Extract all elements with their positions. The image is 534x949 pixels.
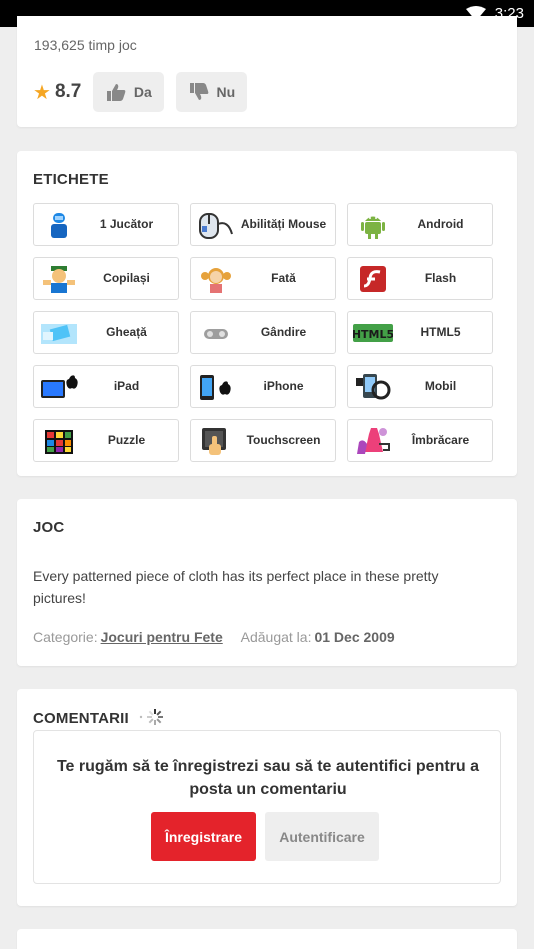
tag-label: Gândire bbox=[260, 325, 307, 339]
tag-kids[interactable]: Copilași bbox=[33, 257, 179, 300]
rating-row: ★ 8.7 Da Nu bbox=[33, 72, 259, 112]
tag-dress-up[interactable]: Îmbrăcare bbox=[347, 419, 493, 462]
tag-label: iPhone bbox=[263, 379, 304, 393]
tag-mouse-skill[interactable]: Abilități Mouse bbox=[190, 203, 336, 246]
tags-title: ETICHETE bbox=[33, 171, 109, 188]
thumbs-down-icon bbox=[189, 83, 208, 100]
single-player-icon bbox=[51, 212, 67, 238]
tag-label: Fată bbox=[271, 271, 296, 285]
tag-android[interactable]: Android bbox=[347, 203, 493, 246]
game-title: JOC bbox=[33, 519, 65, 536]
mouse-skill-icon bbox=[199, 212, 233, 239]
login-message: Te rugăm să te înregistrezi sau să te au… bbox=[56, 758, 480, 798]
added-date: 01 Dec 2009 bbox=[314, 629, 395, 645]
android-icon bbox=[361, 216, 385, 239]
game-stats-card: 193,625 timp joc ★ 8.7 Da Nu bbox=[17, 16, 517, 127]
comments-card: COMENTARII Te rugăm să te înregistrezi s… bbox=[17, 689, 517, 906]
dislike-button[interactable]: Nu bbox=[176, 72, 248, 112]
tag-label: 1 Jucător bbox=[99, 217, 154, 231]
loading-spinner-icon bbox=[139, 709, 163, 725]
tag-label: Mobil bbox=[424, 379, 457, 393]
flash-icon bbox=[360, 265, 386, 292]
tag-label: iPad bbox=[113, 379, 140, 393]
star-icon: ★ bbox=[33, 81, 51, 104]
play-count: 193,625 timp joc bbox=[34, 37, 137, 53]
game-meta: Categorie: Jocuri pentru Fete Adăugat la:… bbox=[33, 629, 395, 645]
tag-ipad[interactable]: iPad bbox=[33, 365, 179, 408]
tag-label: Îmbrăcare bbox=[411, 433, 470, 447]
puzzle-icon bbox=[45, 429, 73, 454]
comments-title: COMENTARII bbox=[33, 710, 129, 727]
svg-text:HTML5: HTML5 bbox=[353, 328, 393, 341]
tag-ice[interactable]: Gheață bbox=[33, 311, 179, 354]
login-button[interactable]: Autentificare bbox=[265, 812, 379, 861]
category-link[interactable]: Jocuri pentru Fete bbox=[101, 629, 223, 645]
tag-label: Gheață bbox=[106, 325, 147, 339]
girl-icon bbox=[201, 267, 231, 293]
login-prompt: Te rugăm să te înregistrezi sau să te au… bbox=[33, 730, 501, 884]
iphone-icon bbox=[200, 374, 231, 400]
tag-label: HTML5 bbox=[420, 325, 461, 339]
dislike-label: Nu bbox=[216, 84, 236, 100]
rating-value: 8.7 bbox=[54, 81, 82, 102]
html5-icon: HTML5 bbox=[353, 323, 393, 342]
tag-label: Android bbox=[417, 217, 464, 231]
register-button[interactable]: Înregistrare bbox=[151, 812, 256, 861]
tag-thinking[interactable]: Gândire bbox=[190, 311, 336, 354]
added-label: Adăugat la: bbox=[240, 629, 312, 645]
game-description: Every patterned piece of cloth has its p… bbox=[33, 568, 439, 606]
ice-icon bbox=[41, 323, 77, 344]
tag-label: Flash bbox=[424, 271, 457, 285]
category-label: Categorie: bbox=[33, 629, 98, 645]
tag-label: Copilași bbox=[103, 271, 150, 285]
tag-html5[interactable]: HTML5 HTML5 bbox=[347, 311, 493, 354]
tag-mobile[interactable]: Mobil bbox=[347, 365, 493, 408]
like-label: Da bbox=[133, 84, 152, 100]
tag-girl[interactable]: Fată bbox=[190, 257, 336, 300]
thumbs-up-icon bbox=[106, 84, 126, 101]
kids-icon bbox=[43, 265, 75, 293]
mobile-icon bbox=[356, 373, 391, 399]
tag-puzzle[interactable]: Puzzle bbox=[33, 419, 179, 462]
tag-grid: 1 Jucător Abilități Mouse Android Copila… bbox=[33, 203, 493, 462]
ipad-icon bbox=[41, 374, 78, 398]
tag-flash[interactable]: Flash bbox=[347, 257, 493, 300]
like-button[interactable]: Da bbox=[93, 72, 165, 112]
tag-touchscreen[interactable]: Touchscreen bbox=[190, 419, 336, 462]
game-info-card: JOC Every patterned piece of cloth has i… bbox=[17, 499, 517, 666]
next-section-card bbox=[17, 929, 517, 949]
tag-iphone[interactable]: iPhone bbox=[190, 365, 336, 408]
tag-label: Puzzle bbox=[107, 433, 146, 447]
thinking-icon bbox=[204, 328, 228, 339]
tag-label: Abilități Mouse bbox=[240, 217, 327, 231]
tag-1-player[interactable]: 1 Jucător bbox=[33, 203, 179, 246]
tags-card: ETICHETE 1 Jucător Abilități Mouse Andro… bbox=[17, 151, 517, 476]
touchscreen-icon bbox=[202, 427, 226, 455]
tag-label: Touchscreen bbox=[246, 433, 321, 447]
dress-up-icon bbox=[357, 427, 390, 454]
